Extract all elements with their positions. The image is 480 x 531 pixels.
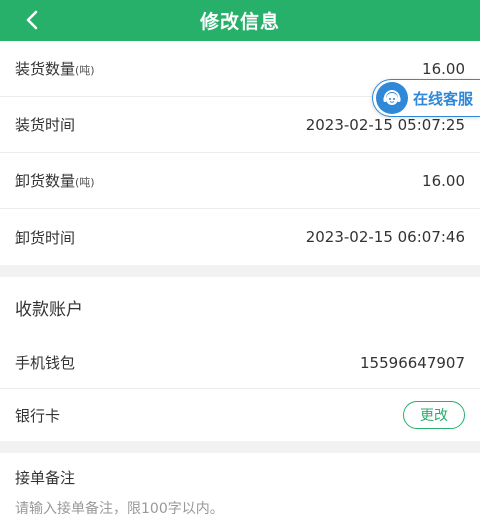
section-divider bbox=[0, 441, 480, 453]
section-divider bbox=[0, 265, 480, 277]
unload-time-row[interactable]: 卸货时间 2023-02-15 06:07:46 bbox=[0, 209, 480, 265]
back-button[interactable] bbox=[20, 8, 44, 32]
remark-input[interactable] bbox=[15, 501, 465, 517]
wallet-label: 手机钱包 bbox=[15, 354, 76, 372]
online-service-button[interactable]: 在线客服 bbox=[372, 79, 480, 117]
payment-section: 收款账户 手机钱包 15596647907 银行卡 更改 bbox=[0, 277, 480, 441]
unload-quantity-unit: (吨) bbox=[75, 176, 95, 189]
wallet-value: 15596647907 bbox=[360, 353, 465, 372]
load-time-value[interactable]: 2023-02-15 05:07:25 bbox=[306, 116, 465, 134]
unload-quantity-row[interactable]: 卸货数量(吨) 16.00 bbox=[0, 153, 480, 209]
remark-section: 接单备注 bbox=[0, 453, 480, 531]
unload-quantity-label: 卸货数量(吨) bbox=[15, 172, 95, 190]
change-button[interactable]: 更改 bbox=[403, 401, 465, 429]
payment-title: 收款账户 bbox=[15, 299, 83, 320]
load-quantity-unit: (吨) bbox=[75, 64, 95, 77]
unload-quantity-value[interactable]: 16.00 bbox=[422, 172, 465, 190]
page-title: 修改信息 bbox=[199, 11, 280, 33]
unload-time-label: 卸货时间 bbox=[15, 228, 76, 247]
load-quantity-value[interactable]: 16.00 bbox=[422, 60, 465, 78]
app-header: 修改信息 bbox=[0, 0, 480, 41]
load-unload-section: 装货数量(吨) 16.00 装货时间 2023-02-15 05:07:25 卸… bbox=[0, 41, 480, 265]
remark-label: 接单备注 bbox=[15, 469, 76, 487]
wallet-row: 手机钱包 15596647907 bbox=[0, 337, 480, 389]
unload-time-value[interactable]: 2023-02-15 06:07:46 bbox=[306, 228, 465, 246]
load-time-label: 装货时间 bbox=[15, 116, 76, 134]
bank-card-row: 银行卡 更改 bbox=[0, 389, 480, 441]
load-quantity-label: 装货数量(吨) bbox=[15, 60, 95, 78]
bank-card-label: 银行卡 bbox=[15, 406, 61, 425]
chevron-left-icon bbox=[26, 10, 38, 30]
headset-icon bbox=[376, 82, 408, 114]
online-service-label: 在线客服 bbox=[413, 89, 474, 108]
